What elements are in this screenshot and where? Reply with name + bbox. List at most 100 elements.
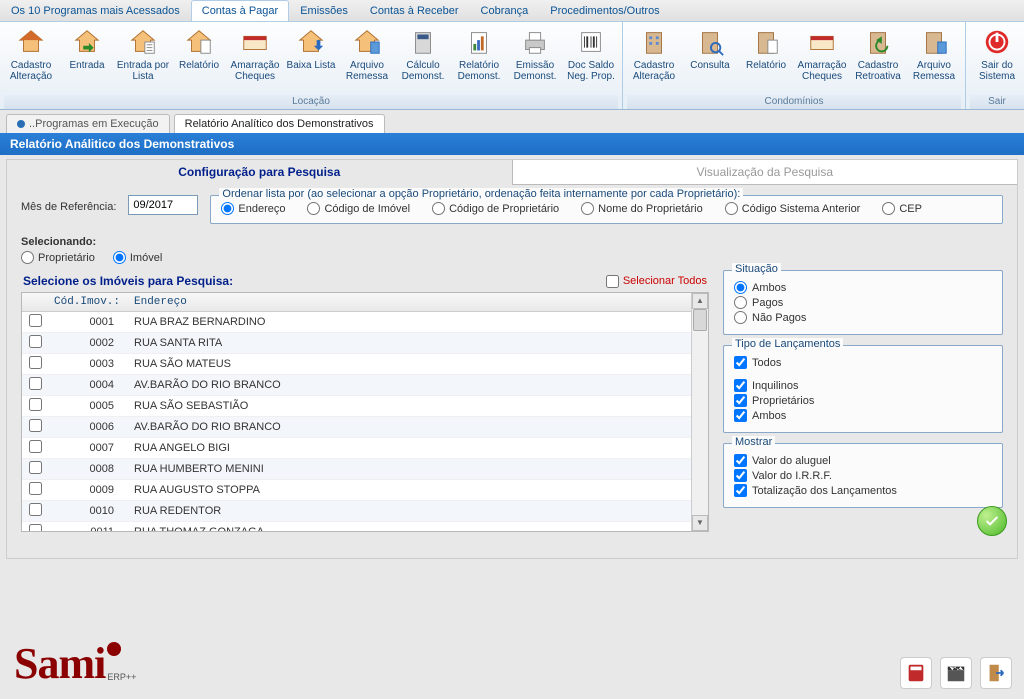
checkbox-selecionar-todos[interactable]: Selecionar Todos: [606, 275, 707, 288]
radio-ordenar-cod-imovel[interactable]: Código de Imóvel: [307, 202, 410, 215]
exit-button[interactable]: [980, 657, 1012, 689]
top-menu-tabs: Os 10 Programas mais Acessados Contas à …: [0, 0, 1024, 22]
scroll-down-icon[interactable]: ▼: [692, 515, 708, 531]
grid-scrollbar[interactable]: ▲ ▼: [691, 293, 708, 531]
table-row[interactable]: 0002RUA SANTA RITA: [22, 333, 691, 354]
ribbon-entrada[interactable]: Entrada: [60, 24, 114, 95]
ribbon-calculo-demonst[interactable]: Cálculo Demonst.: [396, 24, 450, 95]
tab-emissoes[interactable]: Emissões: [289, 0, 359, 21]
ribbon-entrada-lista[interactable]: Entrada por Lista: [116, 24, 170, 95]
cheque-icon: [806, 26, 838, 58]
ribbon-cond-retroativa[interactable]: Cadastro Retroativa: [851, 24, 905, 95]
checkbox-tipo-todos[interactable]: Todos: [734, 356, 992, 369]
doc-tab-programas[interactable]: ..Programas em Execução: [6, 114, 170, 133]
table-row[interactable]: 0001RUA BRAZ BERNARDINO: [22, 312, 691, 333]
building-back-icon: [862, 26, 894, 58]
ribbon-cond-cadastro[interactable]: Cadastro Alteração: [627, 24, 681, 95]
checkmark-icon: [984, 513, 1000, 529]
radio-situacao-ambos[interactable]: Ambos: [734, 281, 992, 294]
tab-contas-receber[interactable]: Contas à Receber: [359, 0, 470, 21]
ribbon-relatorio[interactable]: Relatório: [172, 24, 226, 95]
tab-contas-pagar[interactable]: Contas à Pagar: [191, 0, 289, 21]
ribbon-baixa-lista[interactable]: Baixa Lista: [284, 24, 338, 95]
radio-sel-imovel[interactable]: Imóvel: [113, 251, 162, 264]
row-checkbox[interactable]: [29, 440, 42, 453]
checkbox-mostrar-totalizacao[interactable]: Totalização dos Lançamentos: [734, 484, 992, 497]
document-tabs: ..Programas em Execução Relatório Analít…: [0, 110, 1024, 133]
table-row[interactable]: 0010RUA REDENTOR: [22, 501, 691, 522]
ribbon-cadastro-alteracao[interactable]: Cadastro Alteração: [4, 24, 58, 95]
config-tab-visualizacao[interactable]: Visualização da Pesquisa: [513, 160, 1018, 185]
row-checkbox[interactable]: [29, 356, 42, 369]
ribbon-label: Entrada: [69, 60, 104, 71]
checkbox-tipo-proprietarios[interactable]: Proprietários: [734, 394, 992, 407]
confirm-button[interactable]: [977, 506, 1007, 536]
scroll-up-icon[interactable]: ▲: [692, 293, 708, 309]
scroll-thumb[interactable]: [693, 309, 707, 331]
radio-ordenar-cep[interactable]: CEP: [882, 202, 922, 215]
grid-header-codigo[interactable]: Cód.Imov.:: [48, 293, 128, 312]
checkbox-mostrar-aluguel[interactable]: Valor do aluguel: [734, 454, 992, 467]
book-icon: [905, 662, 927, 684]
radio-sel-proprietario[interactable]: Proprietário: [21, 251, 95, 264]
ribbon-amarracao-cheques[interactable]: Amarração Cheques: [228, 24, 282, 95]
row-checkbox[interactable]: [29, 524, 42, 531]
ribbon-group-condominios: Cadastro Alteração Consulta Relatório Am…: [623, 22, 966, 109]
table-row[interactable]: 0004 AV.BARÃO DO RIO BRANCO: [22, 375, 691, 396]
house-down-icon: [295, 26, 327, 58]
doc-tab-relatorio-analitico[interactable]: Relatório Analítico dos Demonstrativos: [174, 114, 385, 133]
ribbon-label: Cadastro Retroativa: [851, 60, 905, 82]
ribbon-cond-amarracao[interactable]: Amarração Cheques: [795, 24, 849, 95]
radio-ordenar-nome-proprietario[interactable]: Nome do Proprietário: [581, 202, 703, 215]
radio-ordenar-cod-proprietario[interactable]: Código de Proprietário: [432, 202, 559, 215]
row-checkbox[interactable]: [29, 482, 42, 495]
manual-sami-button[interactable]: [900, 657, 932, 689]
video-aula-button[interactable]: [940, 657, 972, 689]
config-inner-tabs: Configuração para Pesquisa Visualização …: [7, 160, 1017, 185]
checkbox-tipo-inquilinos[interactable]: Inquilinos: [734, 379, 992, 392]
table-row[interactable]: 0006 AV.BARÃO DO RIO BRANCO: [22, 417, 691, 438]
radio-situacao-pagos[interactable]: Pagos: [734, 296, 992, 309]
config-tab-pesquisa[interactable]: Configuração para Pesquisa: [7, 160, 513, 185]
ribbon-relatorio-demonst[interactable]: Relatório Demonst.: [452, 24, 506, 95]
row-checkbox[interactable]: [29, 398, 42, 411]
checkbox-mostrar-irrf[interactable]: Valor do I.R.R.F.: [734, 469, 992, 482]
footer: Sami ERP++: [0, 615, 1024, 699]
building-edit-icon: [638, 26, 670, 58]
radio-situacao-nao-pagos[interactable]: Não Pagos: [734, 311, 992, 324]
row-checkbox[interactable]: [29, 461, 42, 474]
mostrar-legend: Mostrar: [732, 436, 775, 448]
row-checkbox[interactable]: [29, 419, 42, 432]
ribbon-cond-remessa[interactable]: Arquivo Remessa: [907, 24, 961, 95]
mes-referencia-input[interactable]: [128, 195, 198, 215]
row-checkbox[interactable]: [29, 377, 42, 390]
radio-ordenar-cod-sistema-anterior[interactable]: Código Sistema Anterior: [725, 202, 861, 215]
ribbon-arquivo-remessa[interactable]: Arquivo Remessa: [340, 24, 394, 95]
ribbon-sair-sistema[interactable]: Sair do Sistema: [970, 24, 1024, 95]
ribbon-cond-relatorio[interactable]: Relatório: [739, 24, 793, 95]
tab-top-programas[interactable]: Os 10 Programas mais Acessados: [0, 0, 191, 21]
table-row[interactable]: 0009RUA AUGUSTO STOPPA: [22, 480, 691, 501]
ribbon-emissao-demonst[interactable]: Emissão Demonst.: [508, 24, 562, 95]
ribbon-label: Entrada por Lista: [116, 60, 170, 82]
table-row[interactable]: 0011RUA THOMAZ GONZAGA: [22, 522, 691, 532]
bullet-icon: [17, 120, 25, 128]
tipo-lancamentos-fieldset: Tipo de Lançamentos Todos Inquilinos Pro…: [723, 345, 1003, 433]
barcode-doc-icon: [575, 26, 607, 58]
radio-ordenar-endereco[interactable]: Endereço: [221, 202, 285, 215]
tab-procedimentos[interactable]: Procedimentos/Outros: [539, 0, 670, 21]
ribbon-cond-consulta[interactable]: Consulta: [683, 24, 737, 95]
table-row[interactable]: 0003RUA SÃO MATEUS: [22, 354, 691, 375]
table-row[interactable]: 0007RUA ANGELO BIGI: [22, 438, 691, 459]
row-checkbox[interactable]: [29, 335, 42, 348]
row-checkbox[interactable]: [29, 503, 42, 516]
ribbon-doc-saldo-neg[interactable]: Doc Saldo Neg. Prop.: [564, 24, 618, 95]
grid-header-endereco[interactable]: Endereço: [128, 293, 691, 312]
sami-logo: Sami ERP++: [14, 638, 136, 689]
tab-cobranca[interactable]: Cobrança: [470, 0, 540, 21]
table-row[interactable]: 0008RUA HUMBERTO MENINI: [22, 459, 691, 480]
situacao-fieldset: Situação Ambos Pagos Não Pagos: [723, 270, 1003, 335]
table-row[interactable]: 0005RUA SÃO SEBASTIÃO: [22, 396, 691, 417]
checkbox-tipo-ambos[interactable]: Ambos: [734, 409, 992, 422]
row-checkbox[interactable]: [29, 314, 42, 327]
